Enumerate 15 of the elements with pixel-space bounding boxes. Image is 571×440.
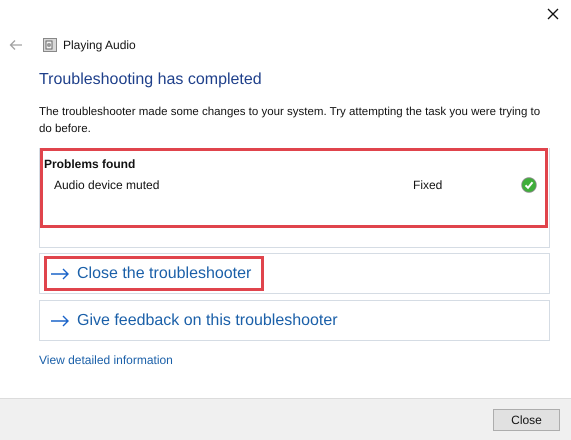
close-button[interactable]: Close bbox=[493, 408, 560, 430]
arrow-icon bbox=[51, 314, 69, 326]
heading: Troubleshooting has completed bbox=[39, 70, 263, 90]
window-title: Playing Audio bbox=[63, 37, 136, 54]
message-text: The troubleshooter made some changes to your system. Try attempting the task you were trying to do before. bbox=[39, 105, 542, 137]
action-link[interactable]: Close the troubleshooter bbox=[44, 256, 264, 291]
details-link[interactable]: View detailed information bbox=[39, 351, 551, 369]
speaker-icon bbox=[43, 38, 57, 52]
arrow-icon bbox=[51, 268, 69, 280]
action-link[interactable]: Give feedback on this troubleshooter bbox=[44, 303, 351, 338]
problem-name: Audio device muted bbox=[53, 177, 160, 194]
close-icon[interactable] bbox=[545, 6, 561, 22]
section-title: Problems found bbox=[43, 156, 136, 173]
problem-status: Fixed bbox=[413, 177, 444, 194]
back-icon[interactable] bbox=[9, 39, 23, 51]
